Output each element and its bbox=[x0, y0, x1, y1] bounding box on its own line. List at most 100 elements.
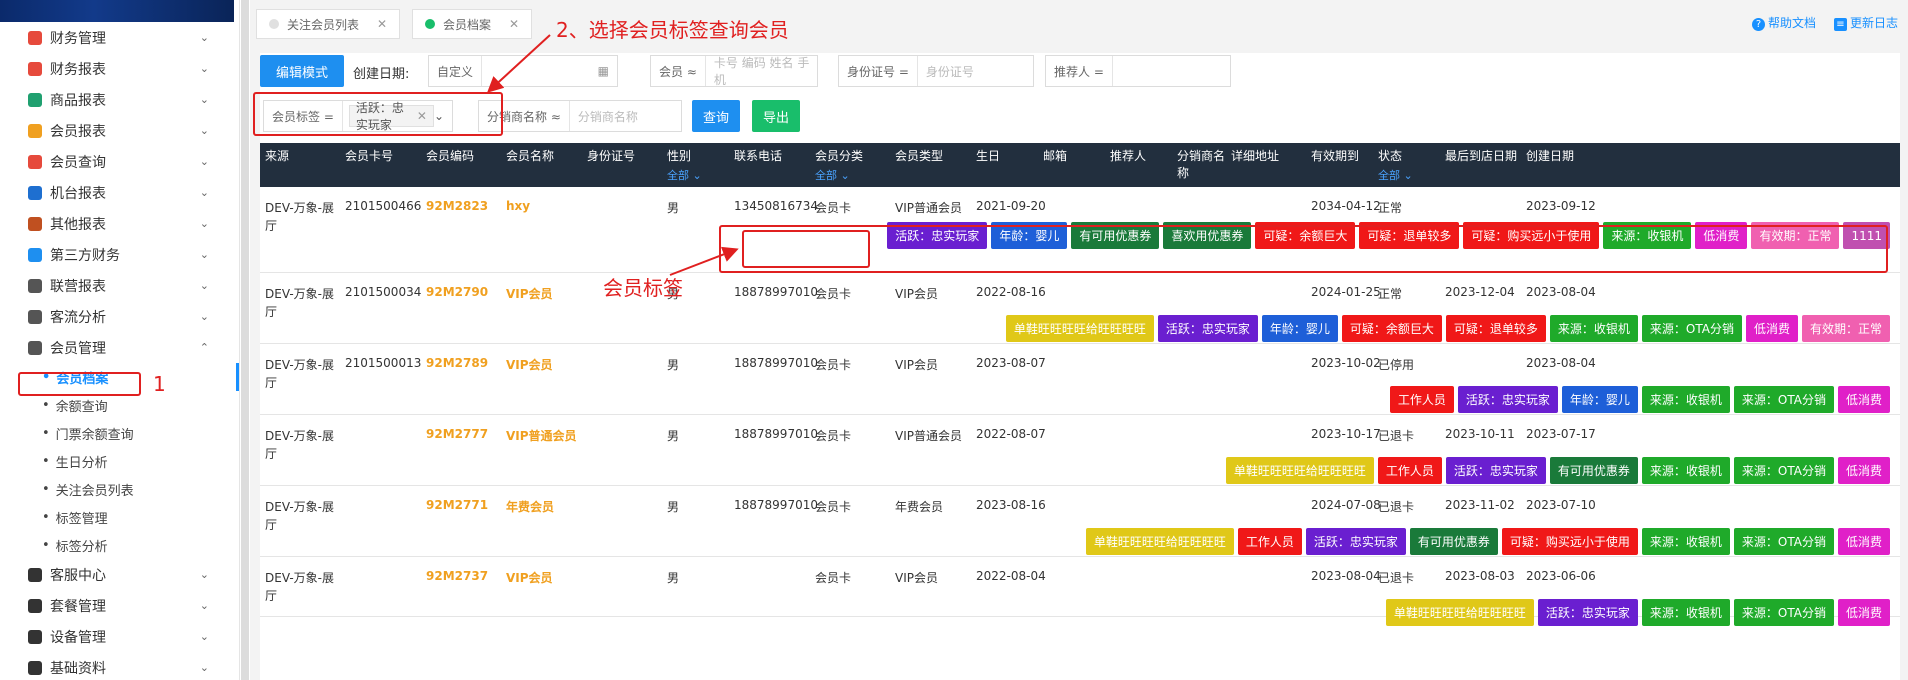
member-tag[interactable]: 低消费 bbox=[1837, 386, 1890, 413]
menu-icon bbox=[28, 567, 42, 582]
member-tag[interactable]: 年龄：婴儿 bbox=[1561, 386, 1638, 413]
column-header[interactable]: 分销商名称 bbox=[1177, 147, 1227, 181]
column-header[interactable]: 详细地址 bbox=[1231, 147, 1279, 164]
member-tag[interactable]: 可疑：余额巨大 bbox=[1341, 315, 1442, 342]
member-tag[interactable]: 有可用优惠券 bbox=[1409, 528, 1498, 555]
member-tag[interactable]: 活跃：忠实玩家 bbox=[1445, 457, 1546, 484]
member-tag[interactable]: 活跃：忠实玩家 bbox=[1457, 386, 1558, 413]
column-filter[interactable]: 全部 ⌄ bbox=[815, 167, 863, 183]
sidebar-item[interactable]: 会员查询 ⌄ bbox=[0, 146, 239, 177]
sidebar-item[interactable]: 第三方财务 ⌄ bbox=[0, 239, 239, 270]
member-tag[interactable]: 来源：OTA分销 bbox=[1641, 315, 1742, 342]
member-tag[interactable]: 低消费 bbox=[1837, 528, 1890, 555]
export-button[interactable]: 导出 bbox=[752, 100, 800, 132]
member-tag[interactable]: 有可用优惠券 bbox=[1549, 457, 1638, 484]
column-header[interactable]: 推荐人 bbox=[1110, 147, 1146, 164]
column-header[interactable]: 生日 bbox=[976, 147, 1000, 164]
submenu-item[interactable]: • 关注会员列表 bbox=[0, 475, 239, 503]
member-tag[interactable]: 单鞋旺旺旺旺给旺旺旺旺 bbox=[1085, 528, 1234, 555]
member-tag[interactable]: 来源：OTA分销 bbox=[1733, 528, 1834, 555]
sidebar-item[interactable]: 其他报表 ⌄ bbox=[0, 208, 239, 239]
member-tag[interactable]: 工作人员 bbox=[1389, 386, 1454, 413]
member-search-input[interactable]: 会员 ≈ 卡号 编码 姓名 手机 bbox=[650, 55, 818, 87]
member-tag[interactable]: 来源：收银机 bbox=[1549, 315, 1638, 342]
sidebar-item[interactable]: 客流分析 ⌄ bbox=[0, 301, 239, 332]
date-range-input[interactable]: 自定义 ▦ bbox=[428, 55, 618, 87]
submenu-item[interactable]: • 生日分析 bbox=[0, 447, 239, 475]
sidebar-item[interactable]: 财务管理 ⌄ bbox=[0, 22, 239, 53]
member-tag[interactable]: 活跃：忠实玩家 bbox=[1537, 599, 1638, 626]
member-tag[interactable]: 来源：OTA分销 bbox=[1733, 386, 1834, 413]
member-tag[interactable]: 来源：OTA分销 bbox=[1733, 457, 1834, 484]
member-tag[interactable]: 有效期：正常 bbox=[1801, 315, 1890, 342]
menu-icon bbox=[28, 123, 42, 138]
member-tag[interactable]: 工作人员 bbox=[1237, 528, 1302, 555]
column-header[interactable]: 联系电话 bbox=[734, 147, 782, 164]
sidebar-item[interactable]: 会员报表 ⌄ bbox=[0, 115, 239, 146]
sidebar-item[interactable]: 会员管理 ⌃ bbox=[0, 332, 239, 363]
column-filter[interactable]: 全部 ⌄ bbox=[1378, 167, 1413, 183]
sidebar-item[interactable]: 商品报表 ⌄ bbox=[0, 84, 239, 115]
submenu-item[interactable]: • 标签分析 bbox=[0, 531, 239, 559]
member-tag[interactable]: 活跃：忠实玩家 bbox=[1305, 528, 1406, 555]
column-header[interactable]: 性别 全部 ⌄ bbox=[667, 147, 702, 183]
table-row[interactable]: DEV-万象-展厅 2101500034 92M2790 VIP会员男 18878997… bbox=[260, 273, 1900, 344]
column-header[interactable]: 会员卡号 bbox=[345, 147, 393, 164]
column-header[interactable]: 会员类型 bbox=[895, 147, 943, 164]
member-tag[interactable]: 可疑：购买远小于使用 bbox=[1501, 528, 1638, 555]
referrer-input[interactable]: 推荐人 = bbox=[1045, 55, 1231, 87]
column-header[interactable]: 会员编码 bbox=[426, 147, 474, 164]
member-tag[interactable]: 年龄：婴儿 bbox=[1261, 315, 1338, 342]
member-tag[interactable]: 单鞋旺旺旺旺给旺旺旺旺 bbox=[1005, 315, 1154, 342]
column-header[interactable]: 会员分类 全部 ⌄ bbox=[815, 147, 863, 183]
column-header[interactable]: 邮箱 bbox=[1043, 147, 1067, 164]
idcard-input[interactable]: 身份证号 = 身份证号 bbox=[838, 55, 1034, 87]
distributor-input[interactable]: 分销商名称 ≈ 分销商名称 bbox=[478, 100, 682, 132]
column-header[interactable]: 创建日期 bbox=[1526, 147, 1574, 164]
sidebar-item[interactable]: 客服中心 ⌄ bbox=[0, 559, 239, 590]
tab-follow-list[interactable]: 关注会员列表 ✕ bbox=[256, 9, 401, 39]
close-icon[interactable]: ✕ bbox=[509, 17, 519, 31]
sidebar-item[interactable]: 机台报表 ⌄ bbox=[0, 177, 239, 208]
submenu-item[interactable]: • 门票余额查询 bbox=[0, 419, 239, 447]
member-tag[interactable]: 来源：收银机 bbox=[1641, 599, 1730, 626]
cell-name: VIP会员 bbox=[506, 358, 553, 372]
help-link[interactable]: ? 帮助文档 bbox=[1751, 14, 1816, 31]
table-row[interactable]: DEV-万象-展厅 92M2771 年费会员 男 18878997010 会员卡 年费会员 2… bbox=[260, 486, 1900, 557]
member-tag[interactable]: 可疑：退单较多 bbox=[1445, 315, 1546, 342]
sidebar-item[interactable]: 设备管理 ⌄ bbox=[0, 621, 239, 652]
member-tag[interactable]: 工作人员 bbox=[1377, 457, 1442, 484]
table-row[interactable]: DEV-万象-展厅 92M2777 VIP普通会员 男 18878997010 会员卡 VI… bbox=[260, 415, 1900, 486]
column-filter[interactable]: 全部 ⌄ bbox=[667, 167, 702, 183]
member-tag[interactable]: 低消费 bbox=[1745, 315, 1798, 342]
table-row[interactable]: DEV-万象-展厅 92M2737 VIP会员 男 会员卡 VIP会员 2022-08-04… bbox=[260, 557, 1900, 626]
column-header[interactable]: 最后到店日期 bbox=[1445, 147, 1517, 164]
submenu-item[interactable]: • 标签管理 bbox=[0, 503, 239, 531]
close-icon[interactable]: ✕ bbox=[377, 17, 387, 31]
member-tag[interactable]: 低消费 bbox=[1837, 457, 1890, 484]
sidebar-scrollbar[interactable] bbox=[241, 0, 249, 680]
sidebar-item[interactable]: 基础资料 ⌄ bbox=[0, 652, 239, 680]
sidebar-item[interactable]: 财务报表 ⌄ bbox=[0, 53, 239, 84]
member-tag[interactable]: 单鞋旺旺旺旺给旺旺旺旺 bbox=[1225, 457, 1374, 484]
member-tag[interactable]: 来源：OTA分销 bbox=[1733, 599, 1834, 626]
column-header[interactable]: 身份证号 bbox=[587, 147, 635, 164]
query-button[interactable]: 查询 bbox=[692, 100, 740, 132]
member-tag[interactable]: 来源：收银机 bbox=[1641, 528, 1730, 555]
member-tag[interactable]: 来源：收银机 bbox=[1641, 386, 1730, 413]
edit-mode-button[interactable]: 编辑模式 bbox=[260, 55, 344, 87]
table-row[interactable]: DEV-万象-展厅 2101500013 92M2789 VIP会员 男 18878997… bbox=[260, 344, 1900, 415]
column-header[interactable]: 有效期到 bbox=[1311, 147, 1359, 164]
member-tag[interactable]: 活跃：忠实玩家 bbox=[1157, 315, 1258, 342]
changelog-link[interactable]: ≡ 更新日志 bbox=[1833, 14, 1898, 31]
sidebar-item[interactable]: 联营报表 ⌄ bbox=[0, 270, 239, 301]
sidebar-item[interactable]: 套餐管理 ⌄ bbox=[0, 590, 239, 621]
column-header[interactable]: 来源 bbox=[265, 147, 289, 164]
member-tag[interactable]: 低消费 bbox=[1837, 599, 1890, 626]
date-preset[interactable]: 自定义 bbox=[429, 56, 483, 86]
member-tag[interactable]: 来源：收银机 bbox=[1641, 457, 1730, 484]
column-header[interactable]: 会员名称 bbox=[506, 147, 554, 164]
column-header[interactable]: 状态 全部 ⌄ bbox=[1378, 147, 1413, 183]
member-tag[interactable]: 单鞋旺旺旺旺给旺旺旺旺 bbox=[1385, 599, 1534, 626]
tab-member-archive[interactable]: 会员档案 ✕ bbox=[412, 9, 533, 39]
